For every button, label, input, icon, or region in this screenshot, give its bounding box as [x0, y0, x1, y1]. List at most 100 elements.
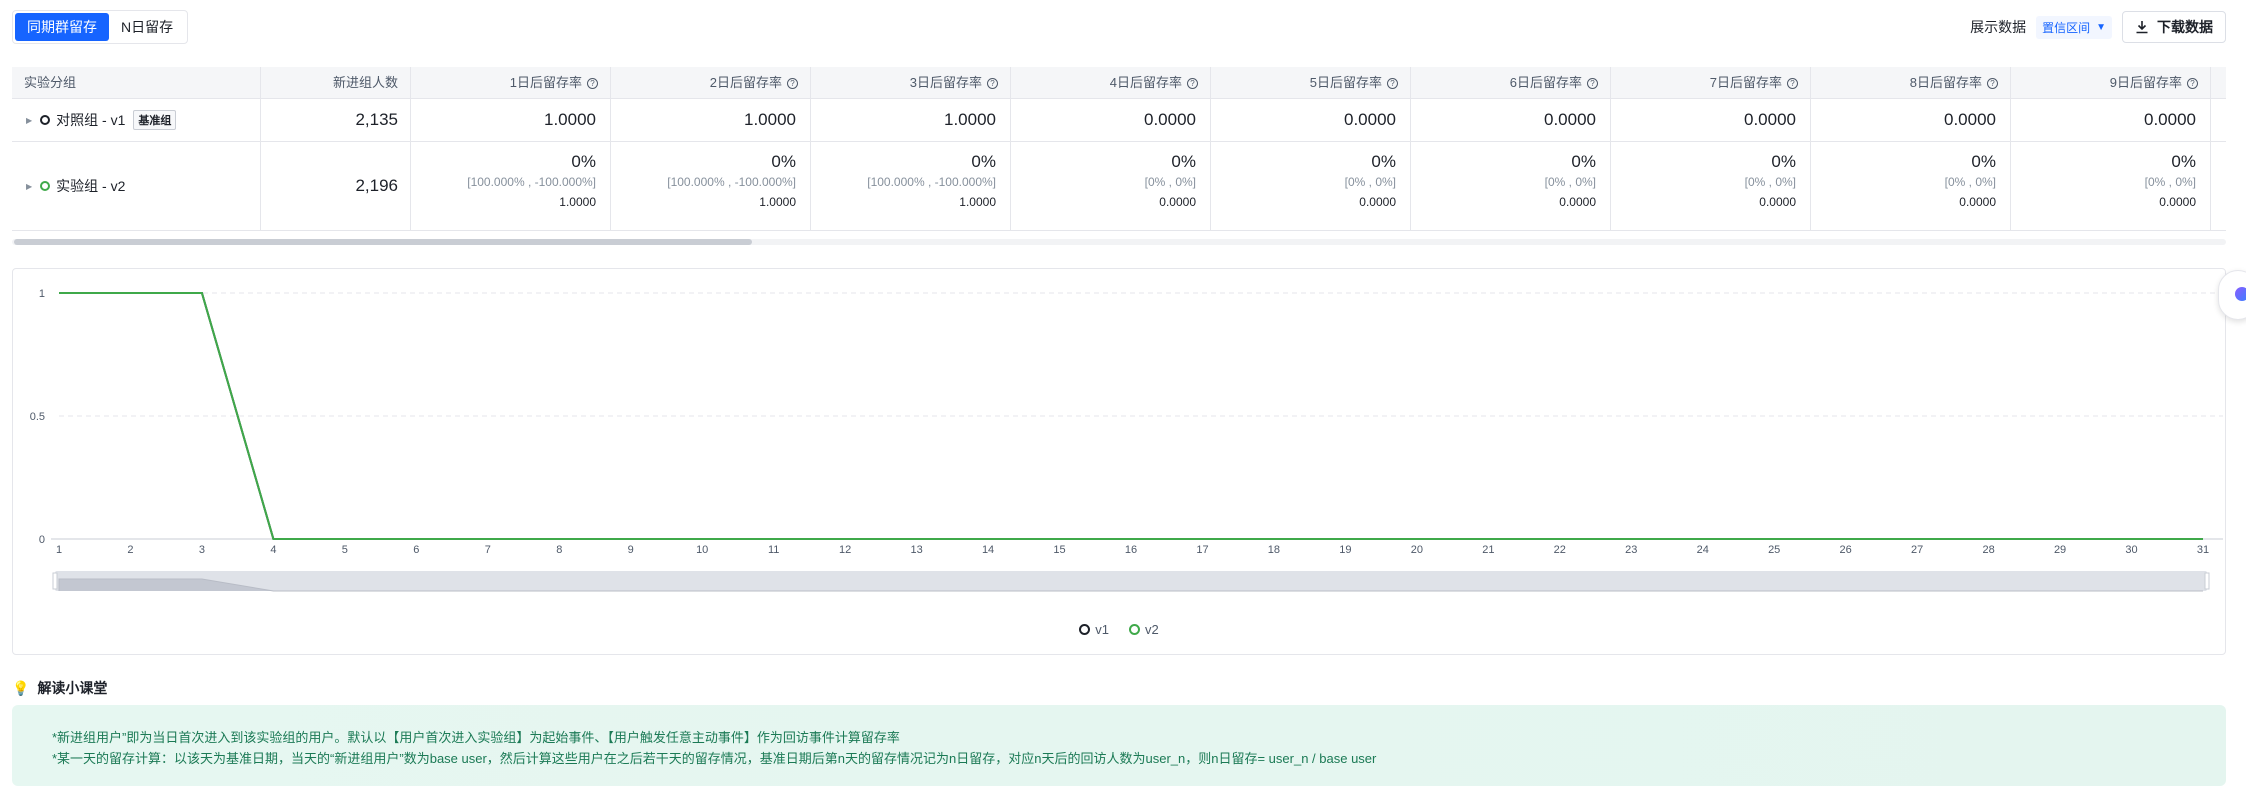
retention-value: 1.0000	[544, 110, 596, 129]
x-tick-label: 13	[910, 544, 922, 556]
zoom-handle-right	[2204, 572, 2210, 590]
lift-pct: 0%	[1771, 152, 1796, 171]
assistant-float-button[interactable]	[2218, 270, 2246, 320]
new-users-value: 2,196	[355, 176, 398, 195]
help-icon[interactable]: ?	[1587, 78, 1598, 90]
tab-n-day-retention[interactable]: N日留存	[109, 13, 185, 41]
lift-pct: 0%	[1171, 152, 1196, 171]
toolbar: 同期群留存 N日留存 展示数据 置信区间 ▼ 下载数据	[12, 10, 2226, 44]
retention-value: 1.0000	[744, 110, 796, 129]
x-tick-label: 28	[1982, 544, 1994, 556]
header-day-label: 7日后留存率	[1709, 75, 1782, 90]
x-tick-label: 21	[1482, 544, 1494, 556]
table-row: ▶ 对照组 - v1 基准组 2,135 1.0000 1.0000 1.000…	[12, 99, 2226, 142]
v2-legend-marker-icon	[1129, 624, 1140, 635]
retention-line-chart: 00.511 2 3 4 5 6 7 8 9 10 11 12 13 14 15 16 17 18 19 20 21 22…	[30, 288, 2223, 592]
retention-cell: 0% [100.000% , -100.000%] 1.0000	[811, 142, 1011, 230]
legend-item-v1[interactable]: v1	[1079, 622, 1109, 637]
new-users-value: 2,135	[355, 110, 398, 129]
expand-arrow-icon[interactable]: ▶	[26, 116, 32, 125]
retention-value: 1.0000	[944, 110, 996, 129]
chart-legend: v1 v2	[13, 622, 2225, 637]
table-horizontal-scrollbar[interactable]	[12, 239, 2226, 245]
v1-marker-icon	[40, 115, 51, 125]
header-group: 实验分组	[12, 67, 261, 98]
retention-table: 实验分组 新进组人数 1日后留存率? 2日后留存率? 3日后留存率? 4日后留存…	[12, 67, 2226, 247]
retention-value: 0.0000	[1144, 110, 1196, 129]
header-day-label: 6日后留存率	[1509, 75, 1582, 90]
header-day-4: 4日后留存率?	[1011, 67, 1211, 98]
x-tick-label: 18	[1268, 544, 1280, 556]
v2-marker-icon	[40, 181, 51, 191]
tips-title: 💡 解读小课堂	[12, 678, 107, 698]
x-tick-label: 20	[1411, 544, 1423, 556]
retention-value: 1.0000	[959, 195, 996, 209]
confidence-interval: [100.000% , -100.000%]	[667, 175, 796, 189]
header-day-label: 1日后留存率	[509, 75, 582, 90]
lift-pct: 0%	[771, 152, 796, 171]
legend-label: v2	[1145, 622, 1159, 637]
retention-cell: 0% [0% , 0%] 0.0000	[1411, 142, 1611, 230]
header-day-label: 9日后留存率	[2109, 75, 2182, 90]
v1-legend-marker-icon	[1079, 624, 1091, 635]
help-icon[interactable]: ?	[787, 78, 798, 90]
confidence-interval: [0% , 0%]	[1944, 175, 1996, 189]
header-day-2: 2日后留存率?	[611, 67, 811, 98]
help-icon[interactable]: ?	[1787, 78, 1798, 90]
header-day-label: 3日后留存率	[909, 75, 982, 90]
retention-cell: 0% [0% , 0%] 0.0000	[1211, 142, 1411, 230]
x-tick-label: 2	[127, 544, 133, 556]
tips-title-text: 解读小课堂	[37, 680, 108, 696]
x-tick-label: 24	[1697, 544, 1709, 556]
confidence-interval: [0% , 0%]	[1544, 175, 1596, 189]
header-day-label: 2日后留存率	[709, 75, 782, 90]
show-data-label: 展示数据	[1970, 19, 2027, 35]
retention-value: 0.0000	[2144, 110, 2196, 129]
x-tick-label: 26	[1840, 544, 1852, 556]
retention-cell: 0% [0% , 0%] 0.0000	[1611, 142, 1811, 230]
header-day-label: 4日后留存率	[1109, 75, 1182, 90]
x-tick-label: 16	[1125, 544, 1137, 556]
ci-select-label: 置信区间	[2042, 20, 2091, 35]
retention-cell: 0% [100.000% , -100.000%] 1.0000	[611, 142, 811, 230]
help-icon[interactable]: ?	[1387, 78, 1398, 90]
confidence-interval-select[interactable]: 置信区间 ▼	[2036, 15, 2112, 39]
retention-cell: 0.0000	[1011, 99, 1211, 141]
help-icon[interactable]: ?	[587, 78, 598, 90]
x-tick-label: 12	[839, 544, 851, 556]
download-data-button[interactable]: 下载数据	[2122, 11, 2226, 43]
legend-label: v1	[1095, 622, 1109, 637]
expand-arrow-icon[interactable]: ▶	[26, 182, 32, 191]
x-tick-label: 8	[556, 544, 562, 556]
help-icon[interactable]: ?	[1987, 78, 1998, 90]
confidence-interval: [100.000% , -100.000%]	[867, 175, 996, 189]
x-tick-label: 29	[2054, 544, 2066, 556]
help-icon[interactable]: ?	[2187, 78, 2198, 90]
x-tick-label: 1	[56, 544, 62, 556]
y-tick-label: 0	[39, 534, 45, 546]
group-cell: ▶ 对照组 - v1 基准组	[12, 99, 261, 141]
scrollbar-thumb[interactable]	[14, 239, 752, 245]
y-tick-label: 1	[39, 288, 45, 300]
table-header-row: 实验分组 新进组人数 1日后留存率? 2日后留存率? 3日后留存率? 4日后留存…	[12, 67, 2226, 99]
header-day-label: 5日后留存率	[1309, 75, 1382, 90]
confidence-interval: [0% , 0%]	[2144, 175, 2196, 189]
lift-pct: 0%	[1971, 152, 1996, 171]
tab-cohort-retention[interactable]: 同期群留存	[15, 13, 109, 41]
header-day-9: 9日后留存率?	[2011, 67, 2211, 98]
retention-value: 1.0000	[559, 195, 596, 209]
lift-pct: 0%	[1571, 152, 1596, 171]
retention-cell: 0% [100.000% , -100.000%] 1.0000	[411, 142, 611, 230]
header-day-6: 6日后留存率?	[1411, 67, 1611, 98]
help-icon[interactable]: ?	[1187, 78, 1198, 90]
help-icon[interactable]: ?	[987, 78, 998, 90]
x-tick-label: 17	[1196, 544, 1208, 556]
header-day-8: 8日后留存率?	[1811, 67, 2011, 98]
group-name: 对照组 - v1	[56, 112, 126, 128]
new-users-cell: 2,135	[261, 99, 411, 141]
header-day-5: 5日后留存率?	[1211, 67, 1411, 98]
retention-value: 0.0000	[1759, 195, 1796, 209]
retention-cell: 0% [0% , 0%] 0.0000	[1811, 142, 2011, 230]
legend-item-v2[interactable]: v2	[1129, 622, 1159, 637]
x-tick-label: 31	[2197, 544, 2209, 556]
